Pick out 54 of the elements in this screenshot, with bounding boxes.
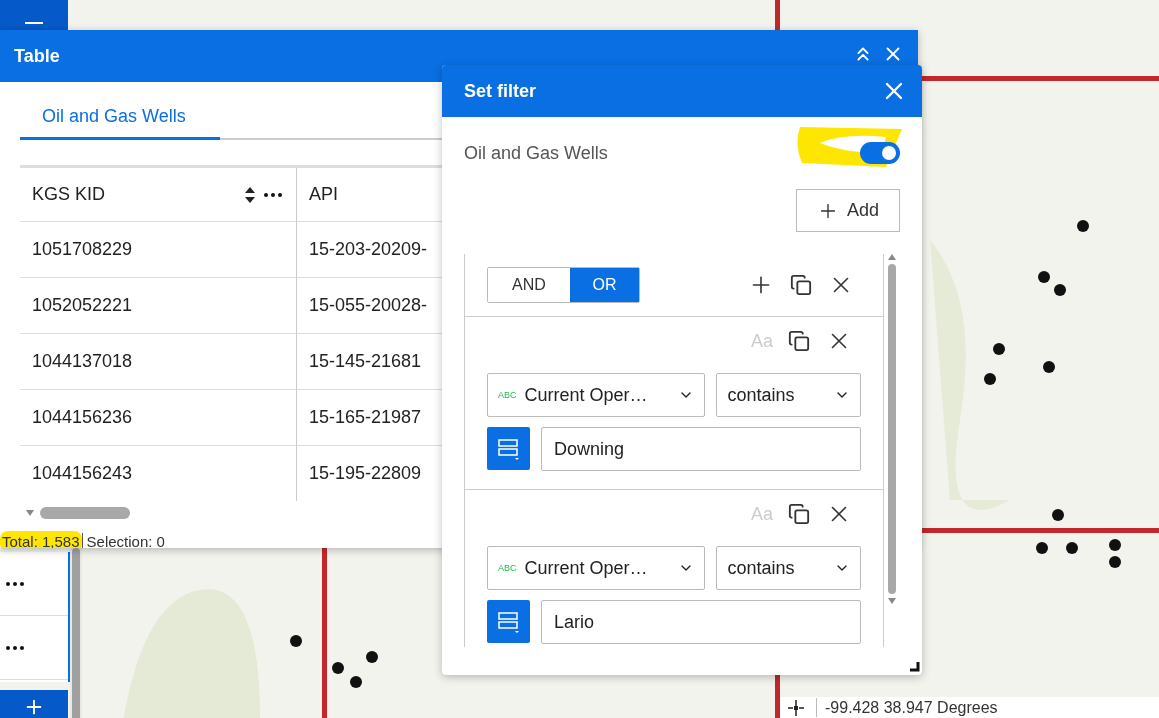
table-cell: 1044137018 [20, 334, 297, 390]
well-marker[interactable] [984, 373, 996, 385]
coordinates-text: -99.428 38.947 Degrees [816, 698, 998, 717]
field-select[interactable]: ABC Current Oper… [487, 373, 706, 417]
layer-name: Oil and Gas Wells [464, 142, 608, 164]
operator-select[interactable]: contains [716, 546, 861, 590]
table-cell: 1044156236 [20, 390, 297, 446]
layer-tab[interactable]: Oil and Gas Wells [20, 106, 220, 140]
table-cell: 1052052221 [20, 278, 297, 334]
well-marker[interactable] [1077, 220, 1089, 232]
well-marker[interactable] [1066, 542, 1078, 554]
logic-toggle[interactable]: OR [570, 268, 639, 302]
table-cell-text: 15-195-22809 [308, 462, 423, 485]
layer-toggle[interactable] [860, 142, 900, 164]
server-icon [496, 609, 521, 634]
more-icon[interactable] [6, 645, 24, 650]
operator-select[interactable]: contains [716, 373, 861, 417]
panel-title: Set filter [464, 80, 538, 102]
scroll-up-icon[interactable] [888, 254, 896, 260]
add-button[interactable]: Add [795, 189, 900, 232]
more-icon[interactable] [6, 581, 24, 586]
well-marker[interactable] [350, 676, 362, 688]
value-source-button[interactable] [487, 427, 530, 470]
server-icon [496, 436, 521, 461]
column-header[interactable]: KGS KID [20, 168, 297, 222]
well-marker[interactable] [366, 651, 378, 663]
well-marker[interactable] [290, 635, 302, 647]
scrollbar[interactable] [70, 548, 82, 718]
add-button[interactable] [0, 690, 68, 718]
value-field[interactable]: Lario [541, 600, 861, 644]
table-cell: 1051708229 [20, 222, 297, 278]
selection-count: Selection: 0 [81, 533, 165, 548]
field-select[interactable]: ABC Current Oper… [487, 546, 706, 590]
more-icon[interactable] [264, 192, 282, 197]
minus-icon [25, 22, 43, 24]
resize-handle[interactable] [910, 662, 920, 672]
well-marker[interactable] [1109, 539, 1121, 551]
well-marker[interactable] [993, 343, 1005, 355]
well-marker[interactable] [1054, 284, 1066, 296]
field-type-label: ABC [498, 563, 517, 573]
value-field[interactable]: Downing [541, 427, 861, 471]
well-marker[interactable] [1036, 542, 1048, 554]
crosshair-icon[interactable] [786, 697, 806, 718]
panel-title: Table [14, 45, 61, 67]
well-marker[interactable] [1043, 361, 1055, 373]
well-marker[interactable] [1052, 509, 1064, 521]
well-marker[interactable] [1109, 556, 1121, 568]
scroll-down-icon[interactable] [888, 598, 896, 604]
table-cell: 1044156243 [20, 446, 297, 501]
sort-icon[interactable] [244, 185, 256, 204]
well-marker[interactable] [332, 662, 344, 674]
field-type-label: ABC [498, 390, 517, 400]
value-source-button[interactable] [487, 600, 530, 643]
well-marker[interactable] [1038, 271, 1050, 283]
